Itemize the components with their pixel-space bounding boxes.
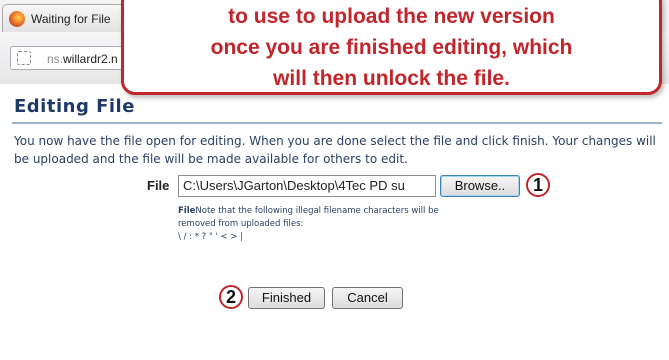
callout-line-2: once you are finished editing, which [210,36,573,59]
cancel-button[interactable]: Cancel [332,287,403,309]
url-host: willardr2.n [63,52,118,66]
page-description: You now have the file open for editing. … [14,134,656,166]
callout-line-3: will then unlock the file. [273,67,510,90]
instruction-callout: to use to upload the new version once yo… [121,0,662,95]
browser-tab[interactable]: Waiting for File [2,4,134,32]
note-lead: File [178,206,196,216]
page-title: Editing File [14,96,135,117]
file-path-input[interactable]: C:\Users\JGarton\Desktop\4Tec PD su [178,175,436,197]
step-marker-1: 1 [526,173,550,197]
browse-button[interactable]: Browse.. [440,175,520,197]
firefox-icon [9,11,25,27]
url-prefix: ns. [47,52,64,66]
file-label: File [147,178,170,193]
filename-note: FileNote that the following illegal file… [178,205,458,244]
step-marker-2: 2 [219,285,243,309]
finished-button[interactable]: Finished [248,287,325,309]
callout-line-1: to use to upload the new version [228,5,555,28]
page-content: Editing File You now have the file open … [0,84,669,360]
note-text: Note that the following illegal filename… [178,206,439,229]
page-icon [17,51,31,65]
tab-title: Waiting for File [31,12,111,26]
illegal-characters: \ / : * ? " ' < > | [178,232,244,242]
title-divider [12,122,662,124]
